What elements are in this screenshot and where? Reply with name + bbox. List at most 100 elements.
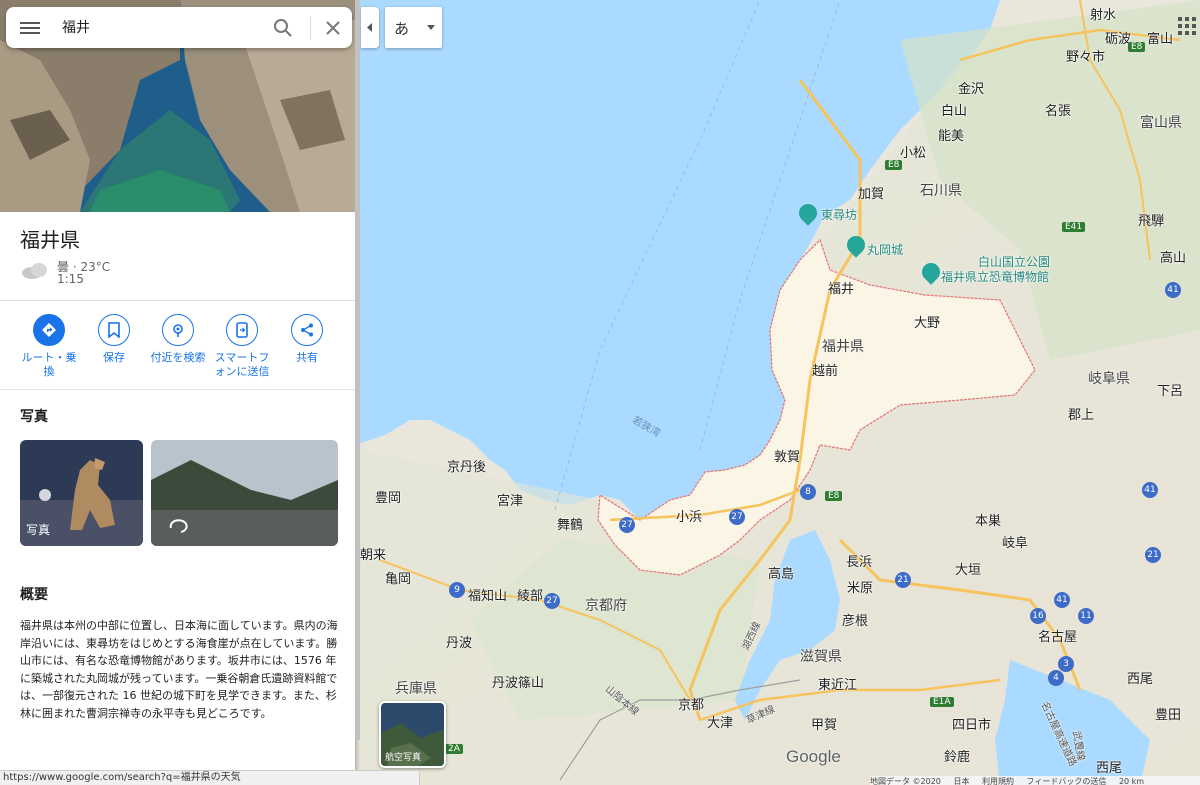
- road-badge: E8: [1128, 42, 1146, 52]
- map-label-poi[interactable]: 福井県立恐竜博物館: [941, 268, 1049, 285]
- map-label-city[interactable]: 丹波篠山: [492, 672, 544, 691]
- map-label-city[interactable]: 彦根: [842, 610, 868, 629]
- map-label-city[interactable]: 米原: [847, 577, 873, 596]
- map-label-city[interactable]: 飛騨: [1138, 210, 1164, 229]
- map-label-city[interactable]: 高山: [1160, 247, 1186, 266]
- map-label-poi[interactable]: 丸岡城: [867, 241, 903, 258]
- phone-icon: [236, 322, 248, 338]
- map-label-city[interactable]: 朝来: [360, 544, 386, 563]
- map-label-city[interactable]: 四日市: [952, 714, 991, 733]
- map-label-city[interactable]: 長浜: [846, 551, 872, 570]
- send-to-phone-button[interactable]: スマートフォンに送信: [210, 314, 274, 379]
- map-label-city[interactable]: 野々市: [1066, 46, 1105, 65]
- map-label-city[interactable]: 綾部: [517, 585, 543, 604]
- map-label-city[interactable]: 白山: [941, 100, 967, 119]
- map-label-prefecture[interactable]: 兵庫県: [395, 678, 437, 698]
- bookmark-icon: [108, 322, 120, 338]
- map-label-prefecture[interactable]: 福井県: [822, 336, 864, 356]
- map-data-credit[interactable]: 地図データ ©2020: [870, 777, 941, 785]
- map-label-city[interactable]: 加賀: [858, 183, 884, 202]
- directions-label: ルート・乗換: [21, 351, 77, 378]
- chevron-left-icon: [367, 23, 372, 32]
- terms-link[interactable]: 利用規約: [982, 777, 1014, 785]
- nearby-icon: [173, 324, 183, 337]
- hamburger-menu-icon[interactable]: [20, 19, 40, 37]
- search-icon[interactable]: [270, 15, 296, 41]
- place-panel: 福井県 曇 · 23°C 1:15 ルート・乗換 保存 付近を検索 スマートフォ…: [0, 0, 355, 785]
- map-label-prefecture[interactable]: 富山県: [1140, 112, 1182, 132]
- apps-grid-icon[interactable]: [1176, 15, 1198, 37]
- weather-time: 1:15: [57, 272, 84, 286]
- input-tools-label: あ: [394, 20, 410, 38]
- hero-photo[interactable]: [0, 0, 355, 212]
- save-button[interactable]: 保存: [82, 314, 146, 365]
- map-label-city[interactable]: 豊田: [1155, 704, 1181, 723]
- map-label-prefecture[interactable]: 岐阜県: [1088, 368, 1130, 388]
- map-label-city[interactable]: 甲賀: [811, 714, 837, 733]
- google-logo: Google: [786, 747, 841, 766]
- road-badge: E8: [885, 160, 903, 170]
- status-bar-url: https://www.google.com/search?q=福井県の天気: [0, 770, 420, 785]
- directions-button[interactable]: ルート・乗換: [17, 314, 81, 379]
- map-label-city[interactable]: 岐阜: [1002, 532, 1028, 551]
- map-label-city[interactable]: 高島: [768, 563, 794, 582]
- map-label-city[interactable]: 豊岡: [375, 487, 401, 506]
- map-label-poi[interactable]: 東尋坊: [821, 206, 857, 223]
- map-label-city[interactable]: 小浜: [676, 506, 702, 525]
- share-button[interactable]: 共有: [275, 314, 339, 365]
- share-icon: [301, 323, 313, 337]
- map-label-prefecture[interactable]: 京都府: [585, 595, 627, 615]
- map-label-city[interactable]: 亀岡: [385, 568, 411, 587]
- map-label-city[interactable]: 本巣: [975, 510, 1001, 529]
- map-footer: 地図データ ©2020 日本 利用規約 フィードバックの送信 20 km: [870, 776, 1200, 785]
- route-badge: 41: [1054, 592, 1070, 608]
- map-label-city[interactable]: 福知山: [468, 585, 507, 604]
- send-to-phone-label: スマートフォンに送信: [214, 351, 270, 378]
- map-label-city[interactable]: 京都: [678, 694, 704, 713]
- satellite-toggle[interactable]: 航空写真: [379, 701, 446, 768]
- panel-scrollbar[interactable]: [355, 0, 360, 740]
- map-label-city[interactable]: 名張: [1045, 100, 1071, 119]
- map-label-city[interactable]: 福井: [828, 278, 854, 297]
- map-label-city[interactable]: 舞鶴: [557, 514, 583, 533]
- map-label-city[interactable]: 下呂: [1157, 380, 1183, 399]
- map-label-city[interactable]: 射水: [1090, 4, 1116, 23]
- map-label-poi[interactable]: 白山国立公園: [978, 253, 1050, 270]
- map-label-city[interactable]: 郡上: [1068, 404, 1094, 423]
- map-label-city[interactable]: 小松: [900, 142, 926, 161]
- map-label-city[interactable]: 名古屋: [1038, 626, 1077, 645]
- map-label-prefecture[interactable]: 石川県: [920, 180, 962, 200]
- map-label-city[interactable]: 宮津: [497, 490, 523, 509]
- map-label-city[interactable]: 西尾: [1127, 668, 1153, 687]
- route-badge: 4: [1048, 670, 1064, 686]
- map-label-city[interactable]: 京丹後: [447, 456, 486, 475]
- map-label-city[interactable]: 大垣: [955, 559, 981, 578]
- map-label-city[interactable]: 西尾: [1096, 757, 1122, 776]
- map-label-city[interactable]: 鈴鹿: [944, 746, 970, 765]
- route-badge: 41: [1142, 482, 1158, 498]
- map-label-city[interactable]: 敦賀: [774, 446, 800, 465]
- route-badge: 27: [619, 517, 635, 533]
- map-label-city[interactable]: 金沢: [958, 78, 984, 97]
- dropdown-arrow-icon: [427, 25, 435, 30]
- nearby-search-button[interactable]: 付近を検索: [146, 314, 210, 365]
- photo-label: 写真: [26, 523, 51, 537]
- scale-label[interactable]: 20 km: [1119, 777, 1144, 785]
- map-label-city[interactable]: 大津: [707, 712, 733, 731]
- map-label-city[interactable]: 東近江: [818, 674, 857, 693]
- search-box: [6, 7, 352, 48]
- map-label-city[interactable]: 富山: [1147, 28, 1173, 47]
- input-tools-button[interactable]: あ: [385, 7, 442, 48]
- collapse-panel-button[interactable]: [361, 7, 379, 48]
- photo-thumbnail[interactable]: 写真: [20, 440, 143, 546]
- street-view-thumbnail[interactable]: [151, 440, 338, 546]
- map-label-city[interactable]: 越前: [812, 360, 838, 379]
- map-label-city[interactable]: 能美: [938, 125, 964, 144]
- feedback-link[interactable]: フィードバックの送信: [1027, 777, 1107, 785]
- map-label-city[interactable]: 大野: [914, 312, 940, 331]
- map-label-city[interactable]: 丹波: [446, 632, 472, 651]
- map-label-prefecture[interactable]: 滋賀県: [800, 646, 842, 666]
- route-badge: 11: [1078, 608, 1094, 624]
- close-icon[interactable]: [320, 15, 346, 41]
- search-input[interactable]: [62, 15, 262, 39]
